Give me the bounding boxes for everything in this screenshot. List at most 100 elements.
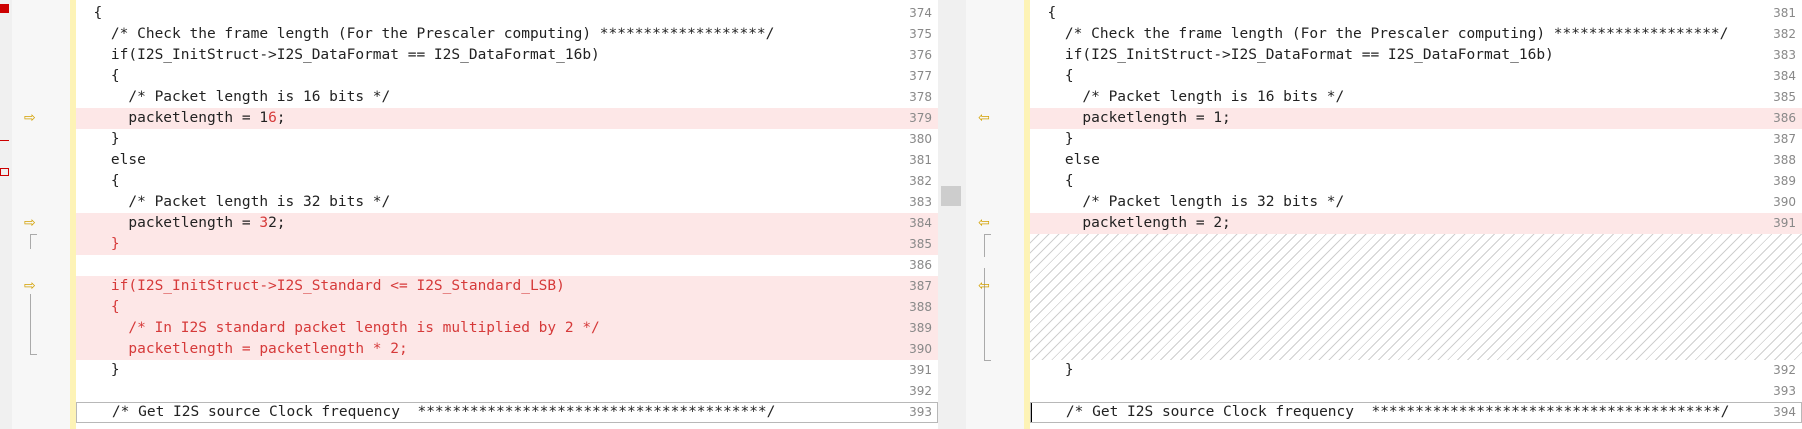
code-text: packetlength = 2;	[1030, 215, 1231, 231]
left-diff-pane[interactable]: { /* Check the frame length (For the Pre…	[12, 0, 938, 429]
arrow-left-icon[interactable]: ⇦	[978, 213, 992, 234]
line-number: 389	[909, 321, 932, 335]
code-line[interactable]: if(I2S_InitStruct->I2S_Standard <= I2S_S…	[76, 276, 938, 297]
line-number: 384	[1773, 69, 1796, 83]
code-text: else	[76, 152, 146, 168]
code-line[interactable]: }	[1030, 129, 1802, 150]
code-text: else	[1030, 152, 1100, 168]
line-number: 377	[909, 69, 932, 83]
right-gutter	[966, 0, 1024, 429]
code-text: }	[1030, 131, 1074, 147]
code-line[interactable]: }	[76, 360, 938, 381]
code-line[interactable]: {	[1030, 66, 1802, 87]
code-line[interactable]: if(I2S_InitStruct->I2S_DataFormat == I2S…	[1030, 45, 1802, 66]
code-line[interactable]	[1030, 381, 1802, 402]
arrow-right-icon[interactable]: ⇨	[24, 276, 38, 297]
changed-text: /* In I2S standard packet length is mult…	[76, 320, 600, 336]
changed-text: packetlength = packetlength * 2;	[76, 341, 408, 357]
code-line[interactable]: }	[1030, 360, 1802, 381]
code-text: /* Check the frame length (For the Presc…	[76, 26, 775, 42]
code-line[interactable]: packetlength = packetlength * 2;	[76, 339, 938, 360]
line-number: 393	[909, 405, 932, 419]
line-number: 381	[909, 153, 932, 167]
arrow-right-icon[interactable]: ⇨	[24, 108, 38, 129]
code-line[interactable]: packetlength = 2;	[1030, 213, 1802, 234]
code-line[interactable]: /* Packet length is 32 bits */	[1030, 192, 1802, 213]
line-number: 386	[1773, 111, 1796, 125]
code-line[interactable]: /* In I2S standard packet length is mult…	[76, 318, 938, 339]
deleted-lines-placeholder	[1030, 234, 1802, 360]
code-line[interactable]: }	[76, 234, 938, 255]
overview-bar[interactable]	[0, 0, 12, 429]
pane-splitter[interactable]	[938, 0, 966, 429]
code-line[interactable]	[76, 381, 938, 402]
arrow-left-icon[interactable]: ⇦	[978, 276, 992, 297]
code-line[interactable]: else	[1030, 150, 1802, 171]
code-text: {	[76, 173, 120, 189]
code-line[interactable]: if(I2S_InitStruct->I2S_DataFormat == I2S…	[76, 45, 938, 66]
code-line[interactable]: else	[76, 150, 938, 171]
line-number: 386	[909, 258, 932, 272]
code-text: ;	[276, 110, 286, 126]
code-line[interactable]: /* Packet length is 16 bits */	[76, 87, 938, 108]
code-line[interactable]: /* Packet length is 16 bits */	[1030, 87, 1802, 108]
code-line[interactable]: /* Get I2S source Clock frequency ******…	[76, 402, 938, 423]
code-line[interactable]: {	[76, 66, 938, 87]
code-line[interactable]: {	[76, 171, 938, 192]
line-number: 378	[909, 90, 932, 104]
overview-mark	[0, 140, 9, 141]
line-number: 374	[909, 6, 932, 20]
code-line[interactable]: {	[76, 297, 938, 318]
line-number: 376	[909, 48, 932, 62]
right-diff-pane[interactable]: { /* Check the frame length (For the Pre…	[966, 0, 1802, 429]
code-text: {	[76, 5, 103, 21]
line-number: 388	[1773, 153, 1796, 167]
code-line[interactable]: {	[1030, 3, 1802, 24]
arrow-right-icon[interactable]: ⇨	[24, 213, 38, 234]
code-text: }	[76, 362, 120, 378]
changed-text: 3	[259, 215, 269, 231]
line-number: 383	[1773, 48, 1796, 62]
right-bracket	[984, 234, 991, 257]
arrow-left-icon[interactable]: ⇦	[978, 108, 992, 129]
code-text: /* Get I2S source Clock frequency ******…	[1031, 404, 1730, 420]
code-text: {	[1030, 68, 1074, 84]
code-line[interactable]: /* Check the frame length (For the Presc…	[1030, 24, 1802, 45]
overview-mark	[0, 4, 9, 13]
code-text: 2;	[268, 215, 286, 231]
code-line[interactable]: }	[76, 129, 938, 150]
code-line[interactable]: /* Packet length is 32 bits */	[76, 192, 938, 213]
line-number: 381	[1773, 6, 1796, 20]
left-bracket	[30, 234, 37, 249]
code-text: /* Get I2S source Clock frequency ******…	[77, 404, 776, 420]
code-line[interactable]: packetlength = 32;	[76, 213, 938, 234]
code-line[interactable]: packetlength = 1;	[1030, 108, 1802, 129]
line-number: 392	[909, 384, 932, 398]
code-text: /* Packet length is 16 bits */	[1030, 89, 1345, 105]
changed-text: }	[76, 236, 120, 252]
left-bracket	[30, 294, 37, 355]
line-number: 387	[1773, 132, 1796, 146]
code-text: /* Check the frame length (For the Presc…	[1030, 26, 1729, 42]
code-text: packetlength = 1;	[1030, 110, 1231, 126]
line-number: 388	[909, 300, 932, 314]
code-line[interactable]: {	[76, 3, 938, 24]
line-number: 389	[1773, 174, 1796, 188]
code-text: }	[76, 131, 120, 147]
code-line[interactable]: /* Check the frame length (For the Presc…	[76, 24, 938, 45]
code-text: }	[1030, 362, 1074, 378]
text-caret	[1031, 403, 1032, 422]
code-text: {	[1030, 5, 1057, 21]
code-line[interactable]: {	[1030, 171, 1802, 192]
code-line[interactable]	[76, 255, 938, 276]
line-number: 380	[909, 132, 932, 146]
line-number: 391	[1773, 216, 1796, 230]
code-text: if(I2S_InitStruct->I2S_DataFormat == I2S…	[76, 47, 600, 63]
line-number: 385	[1773, 90, 1796, 104]
code-line[interactable]: /* Get I2S source Clock frequency ******…	[1030, 402, 1802, 423]
scroll-thumb[interactable]	[941, 186, 961, 206]
code-line[interactable]: packetlength = 16;	[76, 108, 938, 129]
line-number: 385	[909, 237, 932, 251]
line-number: 391	[909, 363, 932, 377]
line-number: 390	[1773, 195, 1796, 209]
